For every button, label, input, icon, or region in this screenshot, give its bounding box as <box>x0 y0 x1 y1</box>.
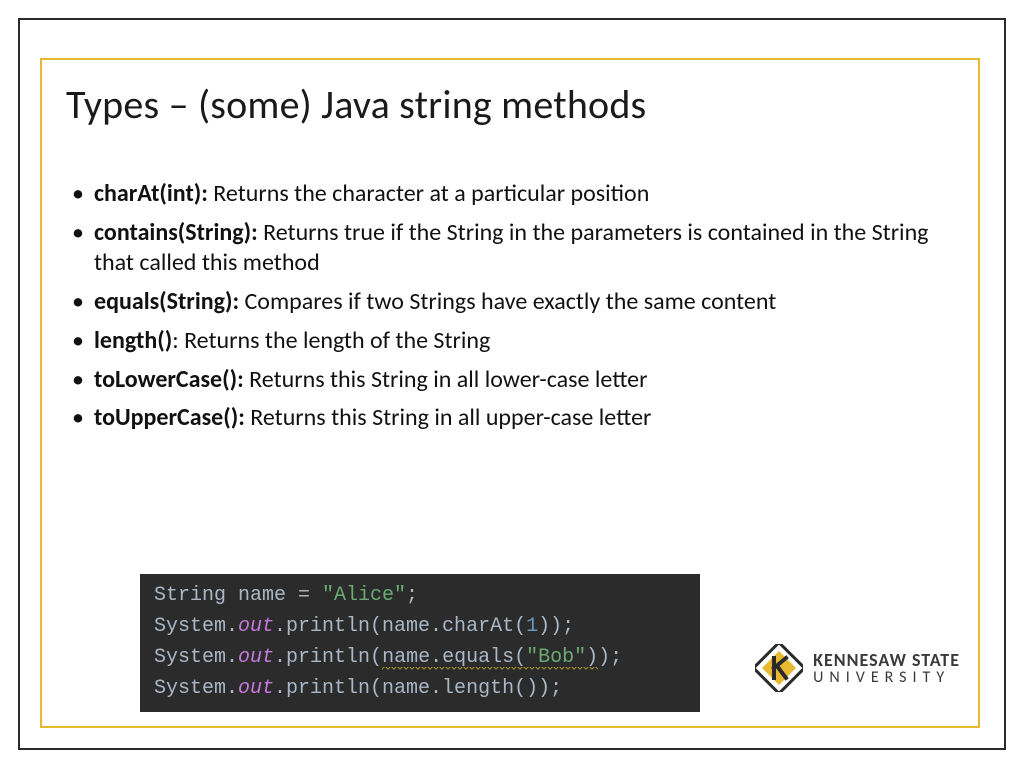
ide-warning-underline: ) <box>586 646 598 671</box>
logo-line1: KENNESAW STATE <box>813 651 960 669</box>
logo-line2: UNIVERSITY <box>813 670 960 686</box>
ksu-logo-icon <box>755 644 803 692</box>
method-desc: Returns the character at a particular po… <box>208 179 649 208</box>
slide-title: Types – (some) Java string methods <box>66 80 954 129</box>
list-item: toLowerCase(): Returns this String in al… <box>72 365 954 396</box>
list-item: toUpperCase(): Returns this String in al… <box>72 403 954 434</box>
code-line: System.out.println(name.equals("Bob")); <box>154 642 686 673</box>
method-term: length() <box>94 326 172 355</box>
logo-text: KENNESAW STATE UNIVERSITY <box>813 651 960 686</box>
method-term: toUpperCase(): <box>94 403 245 432</box>
bullet-list: charAt(int): Returns the character at a … <box>66 179 954 434</box>
method-desc: Returns this String in all upper-case le… <box>245 403 652 432</box>
outer-frame: Types – (some) Java string methods charA… <box>18 18 1006 750</box>
code-line: System.out.println(name.charAt(1)); <box>154 611 686 642</box>
method-term: charAt(int): <box>94 179 208 208</box>
code-line: String name = "Alice"; <box>154 580 686 611</box>
list-item: contains(String): Returns true if the St… <box>72 218 954 279</box>
list-item: equals(String): Compares if two Strings … <box>72 287 954 318</box>
university-logo: KENNESAW STATE UNIVERSITY <box>755 644 960 692</box>
list-item: length(): Returns the length of the Stri… <box>72 326 954 357</box>
ide-warning-underline: "Bob" <box>526 646 586 671</box>
ide-warning-underline: name.equals( <box>382 646 526 671</box>
method-desc: Returns this String in all lower-case le… <box>244 365 648 394</box>
method-term: contains(String): <box>94 218 258 247</box>
slide-content: Types – (some) Java string methods charA… <box>66 80 954 442</box>
method-term: equals(String): <box>94 287 239 316</box>
method-desc: : Returns the length of the String <box>172 326 490 355</box>
method-term: toLowerCase(): <box>94 365 244 394</box>
code-block: String name = "Alice"; System.out.printl… <box>140 574 700 712</box>
code-line: System.out.println(name.length()); <box>154 673 686 704</box>
list-item: charAt(int): Returns the character at a … <box>72 179 954 210</box>
method-desc: Compares if two Strings have exactly the… <box>239 287 776 316</box>
